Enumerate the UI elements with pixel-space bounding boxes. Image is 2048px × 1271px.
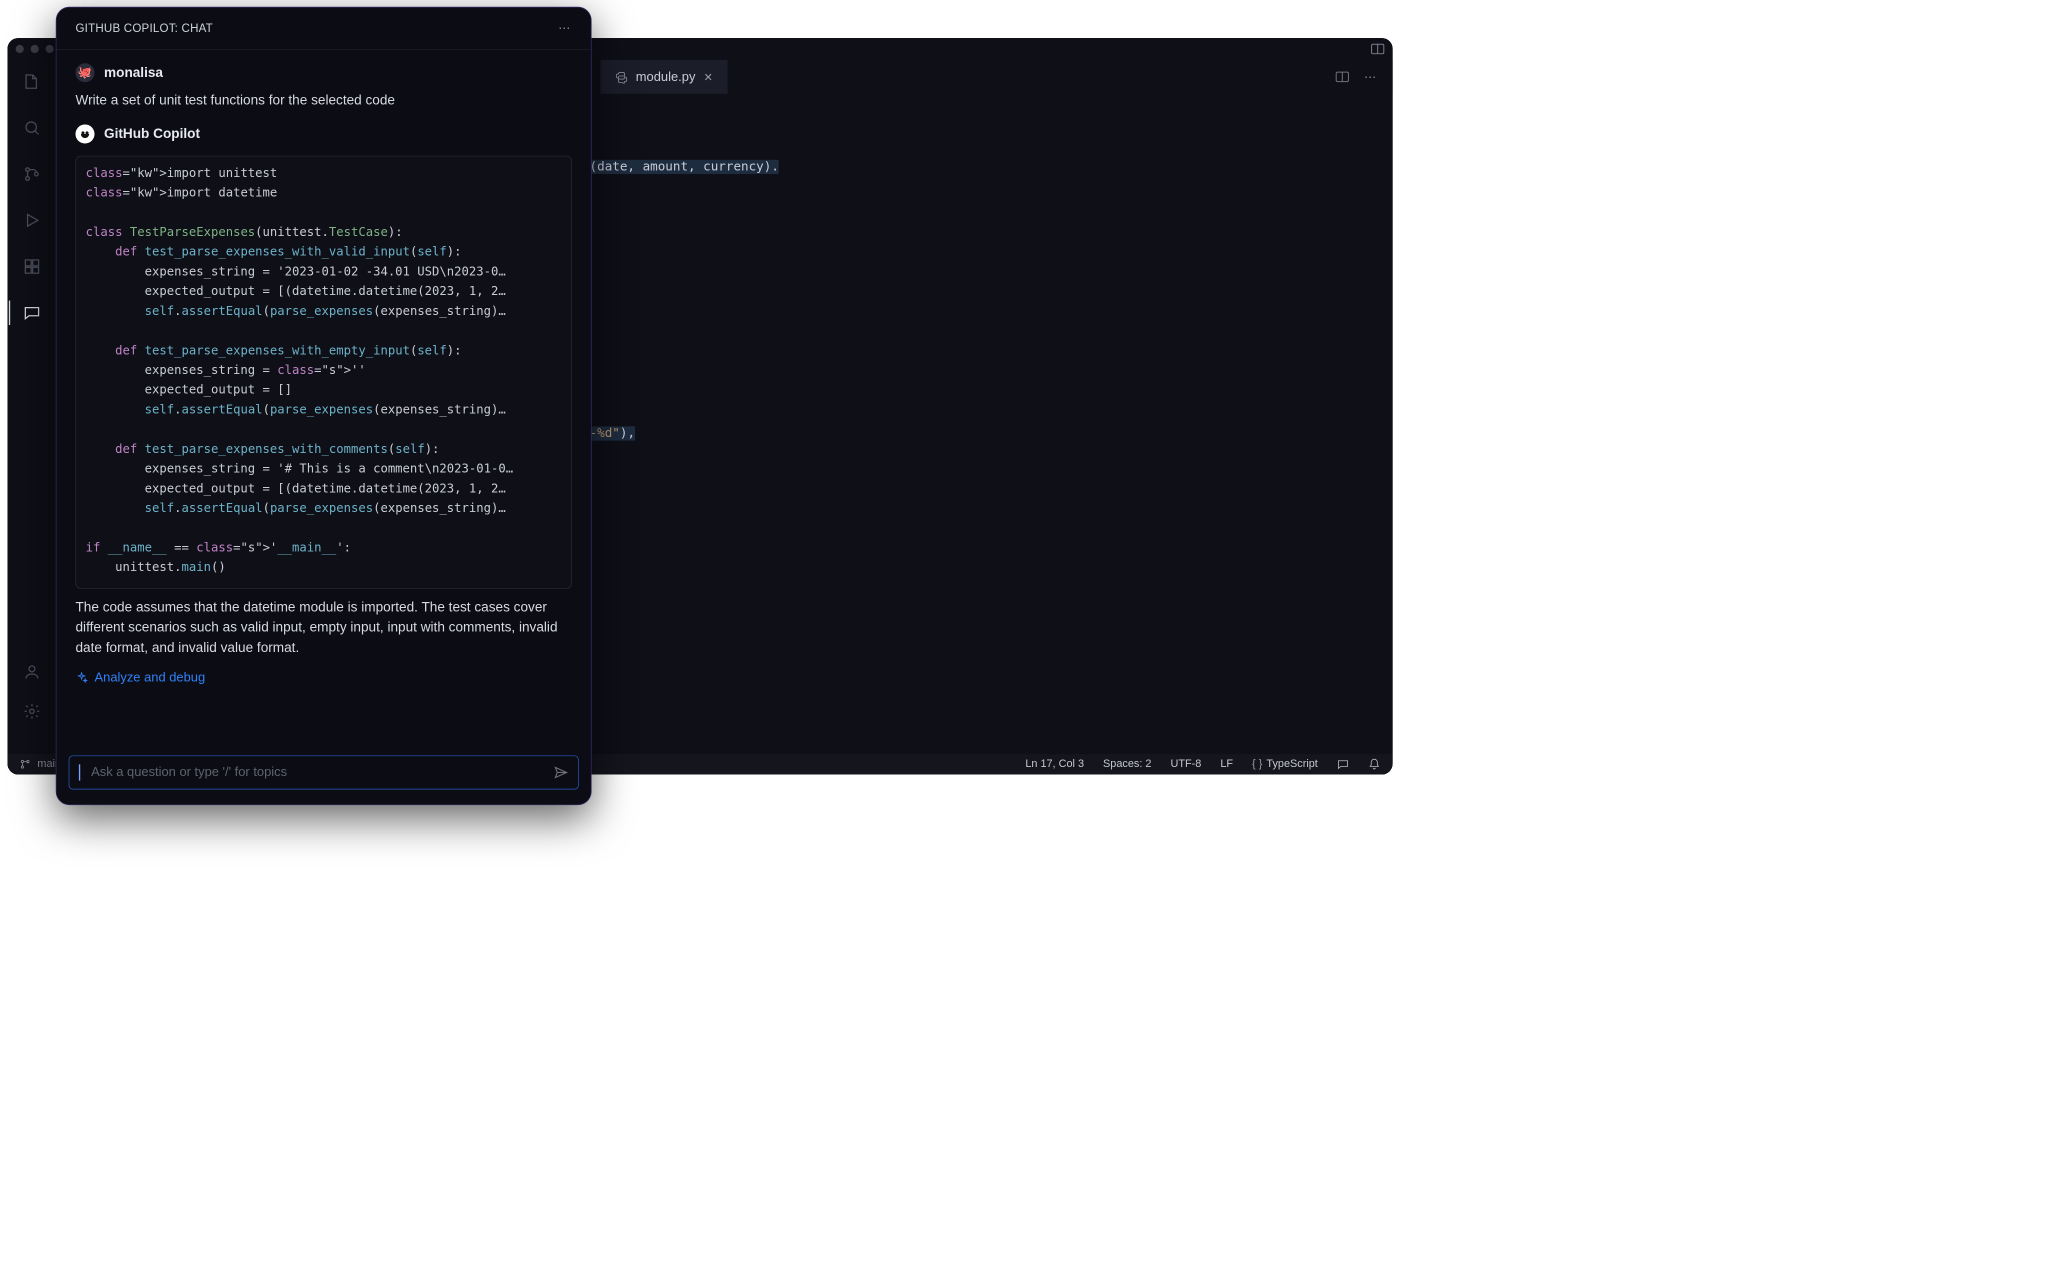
window-zoom-dot[interactable]	[46, 45, 54, 53]
chat-messages: 🐙 monalisa Write a set of unit test func…	[56, 50, 590, 745]
run-debug-icon[interactable]	[22, 211, 41, 230]
chat-header: GITHUB COPILOT: CHAT ⋯	[56, 7, 590, 49]
send-icon[interactable]	[554, 765, 569, 780]
window-close-dot[interactable]	[16, 45, 24, 53]
chat-more-icon[interactable]: ⋯	[558, 21, 572, 35]
extensions-icon[interactable]	[22, 257, 41, 276]
status-eol[interactable]: LF	[1220, 758, 1233, 770]
status-language[interactable]: { }TypeScript	[1252, 758, 1318, 770]
python-file-icon	[615, 71, 627, 83]
text-cursor	[79, 764, 80, 780]
copilot-chat-icon[interactable]	[22, 303, 41, 322]
chat-input-area	[56, 745, 590, 805]
tab-module-py[interactable]: module.py ✕	[600, 60, 727, 94]
source-control-icon[interactable]	[22, 165, 41, 184]
search-icon[interactable]	[22, 118, 41, 137]
tab-filename: module.py	[636, 70, 696, 85]
user-message: 🐙 monalisa Write a set of unit test func…	[75, 63, 571, 111]
git-branch-icon[interactable]	[20, 759, 31, 770]
window-controls	[16, 45, 54, 53]
assistant-name: GitHub Copilot	[104, 126, 200, 142]
user-message-text: Write a set of unit test functions for t…	[75, 90, 571, 110]
copilot-chat-panel: GITHUB COPILOT: CHAT ⋯ 🐙 monalisa Write …	[56, 7, 592, 805]
activity-bar-bottom	[7, 663, 56, 720]
account-icon[interactable]	[23, 663, 41, 681]
status-encoding[interactable]: UTF-8	[1170, 758, 1201, 770]
editor-more-icon[interactable]: ⋯	[1364, 70, 1378, 84]
assistant-explanation: The code assumes that the datetime modul…	[75, 597, 571, 658]
layout-toggle-icon[interactable]	[1371, 44, 1385, 55]
analyze-debug-link[interactable]: Analyze and debug	[75, 670, 205, 685]
settings-gear-icon[interactable]	[23, 702, 41, 720]
chat-input[interactable]	[69, 755, 579, 789]
split-editor-icon[interactable]	[1336, 71, 1350, 83]
status-indentation[interactable]: Spaces: 2	[1103, 758, 1151, 770]
editor-tab-actions: ⋯	[1336, 60, 1393, 94]
analyze-debug-label: Analyze and debug	[95, 670, 206, 685]
explorer-icon[interactable]	[22, 72, 41, 91]
activity-bar	[7, 60, 56, 754]
window-minimize-dot[interactable]	[31, 45, 39, 53]
copilot-avatar-icon	[75, 124, 94, 143]
status-cursor-position[interactable]: Ln 17, Col 3	[1025, 758, 1084, 770]
chat-input-field[interactable]	[90, 764, 546, 780]
braces-icon: { }	[1252, 758, 1262, 770]
user-name: monalisa	[104, 65, 163, 81]
tab-close-icon[interactable]: ✕	[704, 70, 713, 84]
user-avatar-icon: 🐙	[75, 63, 94, 82]
chat-title: GITHUB COPILOT: CHAT	[75, 21, 212, 35]
sparkle-icon	[75, 672, 87, 684]
status-bell-icon[interactable]	[1368, 758, 1380, 770]
status-feedback-icon[interactable]	[1337, 758, 1349, 770]
assistant-code-block[interactable]: class="kw">import unittest class="kw">im…	[75, 156, 571, 589]
assistant-message: GitHub Copilot class="kw">import unittes…	[75, 124, 571, 687]
